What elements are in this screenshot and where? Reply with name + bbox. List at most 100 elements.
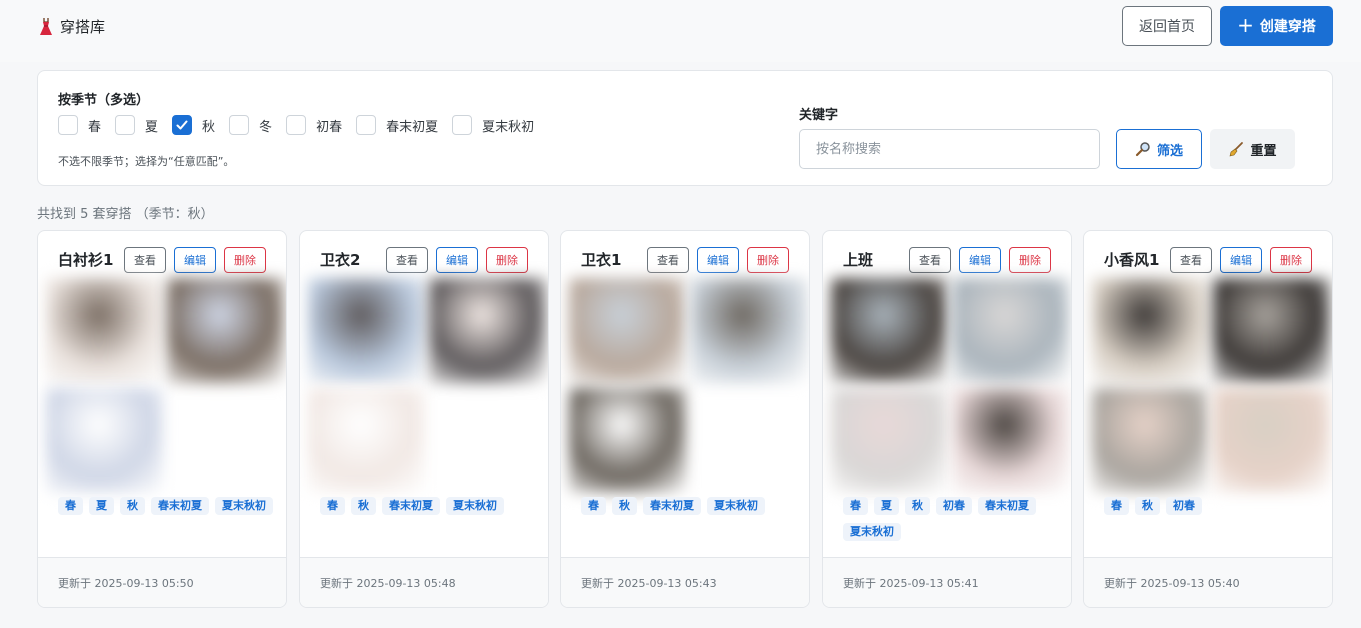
outfit-photo[interactable] <box>1092 387 1209 493</box>
delete-button[interactable]: 删除 <box>224 247 266 273</box>
back-home-button[interactable]: 返回首页 <box>1122 6 1212 46</box>
card-title[interactable]: 小香风1 <box>1104 249 1159 270</box>
view-button[interactable]: 查看 <box>386 247 428 273</box>
create-outfit-label: 创建穿搭 <box>1259 19 1316 35</box>
season-checkbox[interactable] <box>286 115 307 135</box>
season-tag: 春 <box>843 497 868 515</box>
outfit-photo[interactable] <box>569 387 686 493</box>
keyword-search-input[interactable] <box>799 129 1100 169</box>
season-option[interactable]: 夏 <box>115 115 158 135</box>
season-checkbox-group: 春 夏 秋 冬 初春 春末初夏 夏末秋初 <box>58 115 548 135</box>
season-checkbox[interactable] <box>452 115 473 135</box>
season-option[interactable]: 夏末秋初 <box>452 115 534 135</box>
season-tag: 夏末秋初 <box>215 497 273 515</box>
view-button[interactable]: 查看 <box>647 247 689 273</box>
outfit-photo[interactable] <box>167 278 284 384</box>
edit-button[interactable]: 编辑 <box>959 247 1001 273</box>
delete-button[interactable]: 删除 <box>486 247 528 273</box>
updated-time: 更新于 2025-09-13 05:48 <box>320 577 456 590</box>
broom-icon <box>1230 142 1244 157</box>
season-option[interactable]: 秋 <box>172 115 215 135</box>
outfit-photo[interactable] <box>1092 278 1209 384</box>
edit-button[interactable]: 编辑 <box>697 247 739 273</box>
season-label: 春末初夏 <box>386 119 439 135</box>
outfit-photo-grid[interactable] <box>831 278 1069 493</box>
season-tag: 夏末秋初 <box>446 497 504 515</box>
brand[interactable]: 穿搭库 <box>38 16 105 37</box>
season-label: 初春 <box>316 119 343 135</box>
edit-button[interactable]: 编辑 <box>174 247 216 273</box>
season-option[interactable]: 初春 <box>286 115 342 135</box>
app-title: 穿搭库 <box>60 18 106 36</box>
outfit-photo[interactable] <box>1213 278 1330 384</box>
season-tag: 秋 <box>905 497 930 515</box>
edit-button[interactable]: 编辑 <box>436 247 478 273</box>
outfit-photo[interactable] <box>46 278 163 384</box>
empty-photo-slot <box>690 388 807 494</box>
outfit-photo[interactable] <box>690 278 807 384</box>
outfit-photo[interactable] <box>429 278 546 384</box>
outfit-photo[interactable] <box>308 387 425 493</box>
outfit-card[interactable]: 小香风1 查看 编辑 删除春秋初春 更新于 2025-09-13 05:40 <box>1083 230 1333 608</box>
outfit-photo[interactable] <box>831 278 948 384</box>
empty-photo-slot <box>167 388 284 494</box>
create-outfit-button[interactable]: + 创建穿搭 <box>1220 6 1333 46</box>
season-checkbox[interactable] <box>229 115 250 135</box>
view-button[interactable]: 查看 <box>1170 247 1212 273</box>
plus-icon: + <box>1237 13 1254 37</box>
card-title[interactable]: 白衬衫1 <box>58 249 113 270</box>
outfit-photo[interactable] <box>952 387 1069 493</box>
filter-button-label: 筛选 <box>1156 143 1183 159</box>
season-tag: 初春 <box>936 497 972 515</box>
season-label: 春 <box>88 119 102 135</box>
season-label: 夏 <box>145 119 159 135</box>
season-label: 冬 <box>259 119 273 135</box>
card-title[interactable]: 卫衣2 <box>320 249 360 270</box>
edit-button[interactable]: 编辑 <box>1220 247 1262 273</box>
season-tag: 夏末秋初 <box>843 523 901 541</box>
season-tag: 春 <box>1104 497 1129 515</box>
outfit-card[interactable]: 卫衣1 查看 编辑 删除春秋春末初夏 夏末秋初 更新于 2025-09-13 05:43 <box>560 230 810 608</box>
outfit-photo[interactable] <box>952 278 1069 384</box>
delete-button[interactable]: 删除 <box>747 247 789 273</box>
outfit-photo-grid[interactable] <box>308 278 546 493</box>
outfit-photo[interactable] <box>569 278 686 384</box>
filter-button[interactable]: 筛选 <box>1116 129 1202 169</box>
outfit-photo-grid[interactable] <box>46 278 284 493</box>
outfit-card[interactable]: 卫衣2 查看 编辑 删除春秋春末初夏 夏末秋初 更新于 2025-09-13 05:48 <box>299 230 549 608</box>
card-header: 白衬衫1 查看 编辑 删除 <box>38 247 286 273</box>
top-bar: 穿搭库 返回首页 + 创建穿搭 <box>0 0 1361 62</box>
card-title[interactable]: 卫衣1 <box>581 249 621 270</box>
dress-icon <box>40 17 52 35</box>
season-tag: 秋 <box>612 497 637 515</box>
season-checkbox[interactable] <box>58 115 78 135</box>
card-footer: 更新于 2025-09-13 05:40 <box>1084 557 1332 607</box>
view-button[interactable]: 查看 <box>124 247 166 273</box>
season-checkbox[interactable] <box>115 115 136 135</box>
view-button[interactable]: 查看 <box>909 247 951 273</box>
delete-button[interactable]: 删除 <box>1270 247 1312 273</box>
card-footer: 更新于 2025-09-13 05:50 <box>38 557 286 607</box>
season-option[interactable]: 春 <box>58 115 101 135</box>
keyword-label: 关键字 <box>799 108 839 123</box>
reset-button[interactable]: 重置 <box>1210 129 1295 169</box>
outfit-photo-grid[interactable] <box>569 278 807 493</box>
updated-time: 更新于 2025-09-13 05:43 <box>581 577 717 590</box>
outfit-photo[interactable] <box>46 387 163 493</box>
outfit-photo[interactable] <box>308 278 425 384</box>
season-option[interactable]: 冬 <box>229 115 272 135</box>
card-header: 卫衣1 查看 编辑 删除 <box>561 247 809 273</box>
outfit-photo-grid[interactable] <box>1092 278 1330 493</box>
season-checkbox[interactable] <box>356 115 377 135</box>
card-footer: 更新于 2025-09-13 05:41 <box>823 557 1071 607</box>
checkmark-icon <box>176 120 188 130</box>
season-checkbox[interactable] <box>172 115 193 135</box>
reset-button-label: 重置 <box>1250 143 1277 159</box>
delete-button[interactable]: 删除 <box>1009 247 1051 273</box>
outfit-card[interactable]: 白衬衫1 查看 编辑 删除春夏秋春末初夏 夏末秋初 更新于 2025-09-13 05:5… <box>37 230 287 608</box>
season-option[interactable]: 春末初夏 <box>356 115 438 135</box>
outfit-photo[interactable] <box>1213 387 1330 493</box>
outfit-photo[interactable] <box>831 387 948 493</box>
card-title[interactable]: 上班 <box>843 249 873 270</box>
outfit-card[interactable]: 上班 查看 编辑 删除春夏秋初春 春末初夏 夏末秋初 更新于 2025-09-13 05:4… <box>822 230 1072 608</box>
